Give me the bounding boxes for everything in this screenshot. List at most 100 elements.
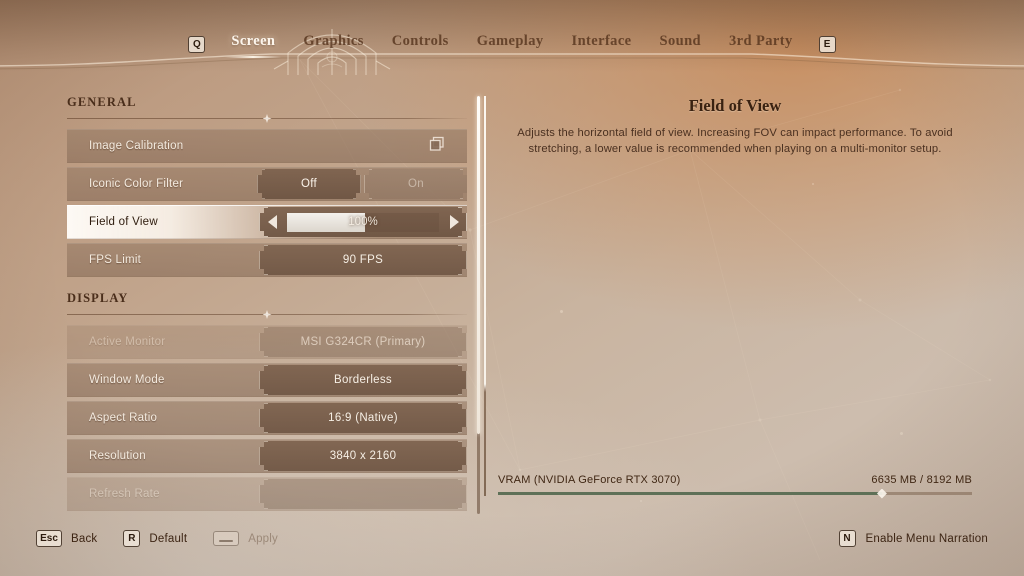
hint-back[interactable]: Esc Back [36,530,97,547]
value-box-refresh-rate [259,479,467,509]
setting-value: 90 FPS [342,254,384,266]
prev-tab-key[interactable]: Q [188,36,206,53]
diamond-ornament-icon [262,310,272,319]
tab-screen[interactable]: Screen [217,31,289,58]
tab-3rd-party[interactable]: 3rd Party [715,31,807,58]
bevel-edge [458,245,467,275]
toggle-option-on[interactable]: On [364,169,467,199]
setting-row-image-calibration[interactable]: Image Calibration [67,129,467,163]
bevel-edge [364,169,372,199]
diamond-ornament-icon [262,114,272,123]
bevel-edge [257,169,265,199]
section-header-display: DISPLAY [67,291,129,305]
tab-controls[interactable]: Controls [378,31,463,58]
space-key-icon [213,531,240,546]
hint-label: Default [149,532,188,545]
settings-tab-bar: Q Screen Graphics Controls Gameplay Inte… [0,0,1024,75]
bevel-edge [458,479,467,509]
section-header-general: GENERAL [67,95,137,109]
settings-list[interactable]: GENERAL Image Calibration Iconic Color F… [67,95,467,515]
tab-gameplay[interactable]: Gameplay [463,31,558,58]
n-key-icon[interactable]: N [838,530,856,547]
setting-value: 3840 x 2160 [329,450,397,462]
bevel-edge [259,245,268,275]
footer-right-hints[interactable]: N Enable Menu Narration [838,530,988,547]
value-box-fps-limit[interactable]: 90 FPS [259,245,467,275]
toggle-option-label: Off [300,178,318,190]
decrease-arrow-icon[interactable] [259,215,285,229]
hint-label: Apply [248,532,278,545]
hint-label: Enable Menu Narration [865,532,988,545]
setting-value: MSI G324CR (Primary) [300,336,426,348]
section-divider [67,114,467,123]
panel-divider [484,96,486,496]
bevel-edge [458,441,467,471]
slider-field-of-view[interactable]: 100% [259,207,467,237]
setting-label: Image Calibration [89,140,184,152]
bevel-edge [460,169,467,199]
r-key-icon[interactable]: R [123,530,141,547]
bevel-edge [353,169,361,199]
tab-bar-inner: Q Screen Graphics Controls Gameplay Inte… [176,29,847,75]
detail-panel: Field of View Adjusts the horizontal fie… [500,96,970,157]
tab-label: Interface [571,33,632,49]
value-box-window-mode[interactable]: Borderless [259,365,467,395]
tab-label: Gameplay [476,33,544,49]
bevel-edge [458,403,467,433]
hint-apply: Apply [213,531,278,546]
hint-default[interactable]: R Default [123,530,187,547]
setting-row-resolution[interactable]: Resolution 3840 x 2160 [67,439,467,473]
settings-scrollbar[interactable] [477,96,480,514]
bevel-edge [259,441,268,471]
footer-left-hints: Esc Back R Default Apply [36,530,278,547]
vram-value: 6635 MB / 8192 MB [871,474,972,486]
tab-graphics[interactable]: Graphics [289,31,377,58]
value-box-aspect-ratio[interactable]: 16:9 (Native) [259,403,467,433]
setting-value: Borderless [334,374,392,386]
bevel-edge [458,327,467,357]
slider-value: 100% [348,216,378,228]
vram-fill [498,492,882,495]
bevel-edge [259,327,268,357]
slider-value-overlay: 100% [287,213,439,232]
setting-label: FPS Limit [89,254,142,266]
scrollbar-thumb[interactable] [477,96,480,434]
vram-meter: VRAM (NVIDIA GeForce RTX 3070) 6635 MB /… [498,474,972,499]
value-box-resolution[interactable]: 3840 x 2160 [259,441,467,471]
setting-row-field-of-view[interactable]: Field of View 100% [67,205,467,239]
slider-track[interactable]: 100% [287,213,439,232]
toggle-option-label: On [408,178,424,190]
hint-label: Back [71,532,98,545]
setting-row-active-monitor: Active Monitor MSI G324CR (Primary) [67,325,467,359]
vram-text-row: VRAM (NVIDIA GeForce RTX 3070) 6635 MB /… [498,474,972,486]
esc-key-icon[interactable]: Esc [36,530,62,547]
toggle-group-iconic-color-filter[interactable]: Off On [257,169,467,199]
setting-row-refresh-rate: Refresh Rate [67,477,467,511]
setting-label: Aspect Ratio [89,412,158,424]
setting-label: Field of View [89,216,158,228]
tab-label: Controls [391,33,449,49]
footer-hint-bar: Esc Back R Default Apply N Enable Menu N… [0,530,1024,552]
tab-label: Screen [231,33,276,49]
bevel-edge [259,365,268,395]
setting-label: Active Monitor [89,336,166,348]
vram-label: VRAM (NVIDIA GeForce RTX 3070) [498,474,681,486]
section-divider [67,310,467,319]
setting-row-window-mode[interactable]: Window Mode Borderless [67,363,467,397]
setting-row-iconic-color-filter[interactable]: Iconic Color Filter Off On [67,167,467,201]
tab-interface[interactable]: Interface [558,31,646,58]
setting-row-aspect-ratio[interactable]: Aspect Ratio 16:9 (Native) [67,401,467,435]
increase-arrow-icon[interactable] [441,215,467,229]
detail-title: Field of View [688,96,782,115]
tab-label: Graphics [303,33,364,49]
setting-label: Window Mode [89,374,165,386]
tab-label: Sound [659,33,702,49]
toggle-option-off[interactable]: Off [257,169,361,199]
tab-sound[interactable]: Sound [646,31,716,58]
window-copy-icon[interactable] [429,136,445,157]
value-box-active-monitor: MSI G324CR (Primary) [259,327,467,357]
next-tab-key[interactable]: E [818,36,836,53]
setting-row-fps-limit[interactable]: FPS Limit 90 FPS [67,243,467,277]
setting-label: Refresh Rate [89,488,160,500]
tab-label: 3rd Party [729,33,793,49]
